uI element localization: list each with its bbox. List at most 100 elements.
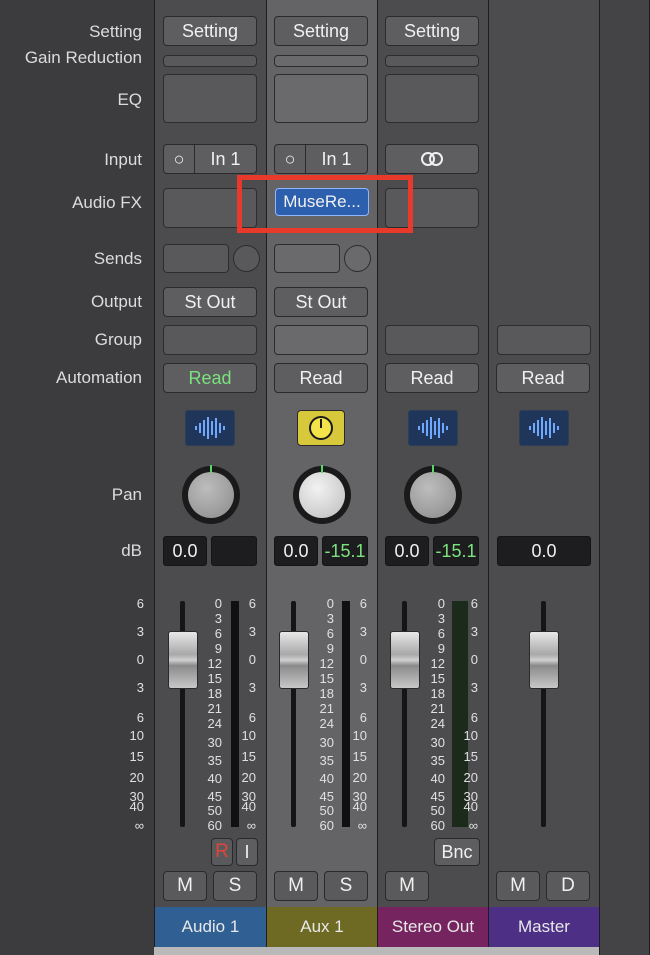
fader-scale-label: 40 xyxy=(463,799,478,814)
input-format-icon[interactable]: ○ xyxy=(164,145,195,173)
pan-knob[interactable] xyxy=(182,465,240,524)
track-icon-waveform[interactable] xyxy=(408,410,458,446)
output-button[interactable]: St Out xyxy=(163,287,257,317)
input-format-icon[interactable]: ○ xyxy=(275,145,306,173)
fader-scale-label: 10 xyxy=(241,728,256,743)
output-button[interactable]: St Out xyxy=(274,287,368,317)
volume-readout[interactable]: 0.0 xyxy=(163,536,207,566)
fader-scale-label: 6 xyxy=(136,710,144,725)
mute-button[interactable]: M xyxy=(496,871,540,901)
fader-scale-label: 3 xyxy=(470,680,478,695)
meter-scale-label: 30 xyxy=(319,735,334,750)
fader-scale-label: 3 xyxy=(470,624,478,639)
track-icon-waveform[interactable] xyxy=(185,410,235,446)
volume-fader[interactable] xyxy=(390,631,420,689)
db-label: dB xyxy=(121,541,142,560)
solo-button[interactable]: S xyxy=(213,871,257,901)
gain-reduction-label: Gain Reduction xyxy=(24,48,142,67)
volume-fader[interactable] xyxy=(529,631,559,689)
meter-scale-label: 45 xyxy=(319,789,334,804)
automation-label: Automation xyxy=(56,368,142,387)
input-slot[interactable]: ○ In 1 xyxy=(274,144,368,174)
input-label-value: In 1 xyxy=(321,148,352,169)
fader-scale-label: 3 xyxy=(359,680,367,695)
meter-scale-label: 3 xyxy=(214,611,222,626)
meter-scale-label: 3 xyxy=(437,611,445,626)
meter-scale-label: 40 xyxy=(430,771,445,786)
pan-knob[interactable] xyxy=(404,465,462,524)
gain-reduction-meter xyxy=(274,55,368,67)
bounce-button[interactable]: Bnc xyxy=(434,838,480,866)
fader-scale-label: 6 xyxy=(359,710,367,725)
input-label: Input xyxy=(104,150,142,169)
pan-knob[interactable] xyxy=(293,465,351,524)
eq-thumbnail[interactable] xyxy=(385,74,479,123)
track-name[interactable]: Master xyxy=(489,907,599,947)
mute-button[interactable]: M xyxy=(385,871,429,901)
meter-scale-label: 21 xyxy=(430,701,445,716)
record-enable-button[interactable]: R xyxy=(211,838,233,866)
meter-scale-label: 6 xyxy=(214,626,222,641)
send-level-knob[interactable] xyxy=(344,245,371,272)
meter-scale-label: 24 xyxy=(319,716,334,731)
fader-scale-label: 15 xyxy=(463,749,478,764)
meter-scale-label: 18 xyxy=(430,686,445,701)
input-format-button[interactable] xyxy=(385,144,479,174)
solo-button[interactable]: S xyxy=(324,871,368,901)
automation-mode-button[interactable]: Read xyxy=(385,363,479,393)
meter-scale-label: 6 xyxy=(326,626,334,641)
group-slot[interactable] xyxy=(274,325,368,355)
group-slot[interactable] xyxy=(385,325,479,355)
volume-readout[interactable]: 0.0 xyxy=(274,536,318,566)
channel-strip-master: Read 0.0 M D Master xyxy=(488,0,599,955)
volume-fader[interactable] xyxy=(168,631,198,689)
gain-reduction-meter xyxy=(385,55,479,67)
meter-scale-label: 40 xyxy=(207,771,222,786)
automation-mode-button[interactable]: Read xyxy=(496,363,590,393)
meter-scale-label: 12 xyxy=(430,656,445,671)
meter-scale-label: 30 xyxy=(430,735,445,750)
meter-scale-label: 24 xyxy=(207,716,222,731)
setting-button[interactable]: Setting xyxy=(274,16,368,46)
audio-fx-label: Audio FX xyxy=(72,193,142,212)
mute-button[interactable]: M xyxy=(163,871,207,901)
group-slot[interactable] xyxy=(497,325,591,355)
mute-button[interactable]: M xyxy=(274,871,318,901)
fader-scale-label: 10 xyxy=(463,728,478,743)
automation-mode-button[interactable]: Read xyxy=(274,363,368,393)
track-icon-waveform[interactable] xyxy=(519,410,569,446)
meter-scale-label: 15 xyxy=(207,671,222,686)
setting-button[interactable]: Setting xyxy=(163,16,257,46)
meter-scale-label: 0 xyxy=(437,596,445,611)
fader-scale-label: ∞ xyxy=(134,818,144,833)
dim-button[interactable]: D xyxy=(546,871,590,901)
volume-readout[interactable]: 0.0 xyxy=(385,536,429,566)
volume-fader[interactable] xyxy=(279,631,309,689)
meter-scale-label: 30 xyxy=(207,735,222,750)
input-monitor-button[interactable]: I xyxy=(236,838,258,866)
fader-scale-label: ∞ xyxy=(246,818,256,833)
meter-scale-label: 24 xyxy=(430,716,445,731)
group-slot[interactable] xyxy=(163,325,257,355)
volume-readout[interactable]: 0.0 xyxy=(497,536,591,566)
bottom-scroll-bar[interactable] xyxy=(154,947,599,955)
track-name[interactable]: Audio 1 xyxy=(155,907,266,947)
eq-thumbnail[interactable] xyxy=(163,74,257,123)
eq-thumbnail[interactable] xyxy=(274,74,368,123)
meter-scale-label: 3 xyxy=(326,611,334,626)
track-name[interactable]: Stereo Out xyxy=(378,907,488,947)
track-name[interactable]: Aux 1 xyxy=(267,907,377,947)
send-level-knob[interactable] xyxy=(233,245,260,272)
fader-scale-label: 40 xyxy=(352,799,367,814)
send-slot[interactable] xyxy=(163,244,229,273)
meter-scale-label: 9 xyxy=(437,641,445,656)
track-icon-gauge[interactable] xyxy=(297,410,345,446)
stereo-link-icon xyxy=(421,152,443,166)
meter-scale-label: 45 xyxy=(430,789,445,804)
automation-mode-button[interactable]: Read xyxy=(163,363,257,393)
input-slot[interactable]: ○ In 1 xyxy=(163,144,257,174)
setting-button[interactable]: Setting xyxy=(385,16,479,46)
fader-scale-label: 3 xyxy=(248,624,256,639)
mixer-window: Setting Gain Reduction EQ Input Audio FX… xyxy=(0,0,650,955)
send-slot[interactable] xyxy=(274,244,340,273)
